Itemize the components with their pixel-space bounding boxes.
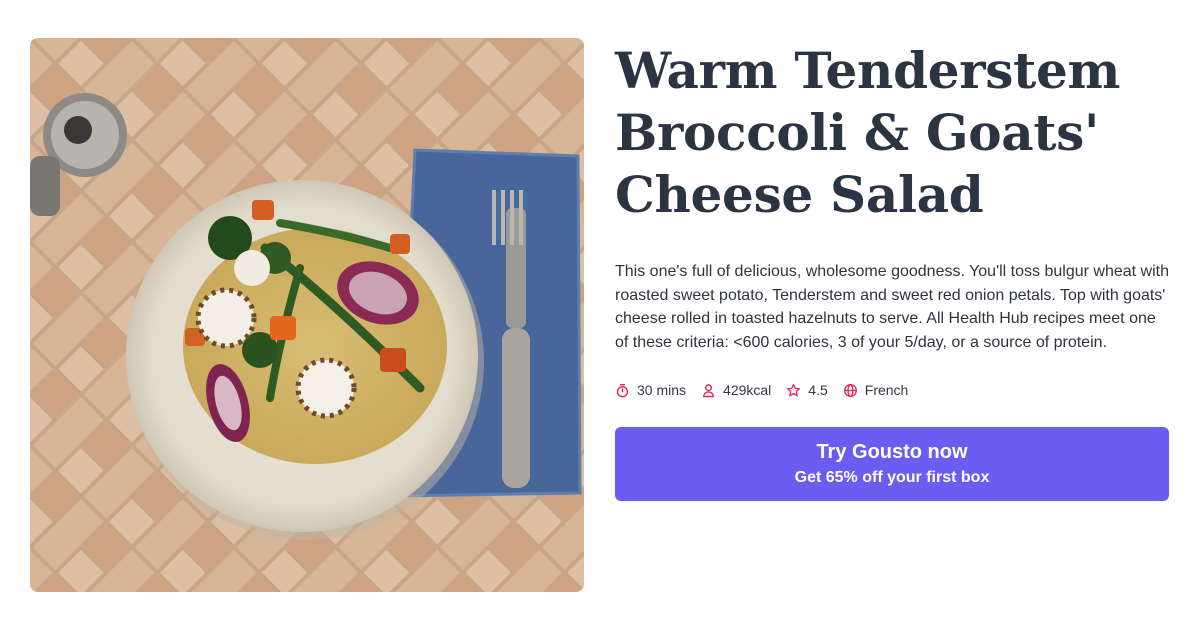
meta-rating-value: 4.5 (808, 382, 828, 398)
recipe-card: Warm Tenderstem Broccoli & Goats' Cheese… (0, 0, 1200, 630)
recipe-title: Warm Tenderstem Broccoli & Goats' Cheese… (615, 41, 1121, 224)
meta-cuisine: French (843, 382, 909, 398)
recipe-photo (30, 38, 584, 592)
recipe-content: Warm Tenderstem Broccoli & Goats' Cheese… (615, 40, 1171, 501)
meta-calories: 429kcal (701, 382, 771, 398)
recipe-meta: 30 mins 429kcal 4.5 French (615, 382, 1171, 398)
timer-icon (616, 383, 629, 397)
try-gousto-button[interactable]: Try Gousto now Get 65% off your first bo… (615, 427, 1169, 501)
cta-title: Try Gousto now (816, 441, 968, 463)
meta-cuisine-value: French (864, 382, 909, 398)
star-icon (787, 383, 801, 396)
meta-time-value: 30 mins (637, 382, 687, 398)
recipe-description: This one's full of delicious, wholesome … (615, 263, 1169, 351)
meta-time: 30 mins (615, 382, 686, 398)
globe-icon (843, 383, 857, 397)
cta-subtitle: Get 65% off your first box (794, 469, 990, 486)
person-icon (702, 383, 715, 397)
meta-rating: 4.5 (786, 382, 828, 398)
meta-calories-value: 429kcal (723, 382, 772, 398)
